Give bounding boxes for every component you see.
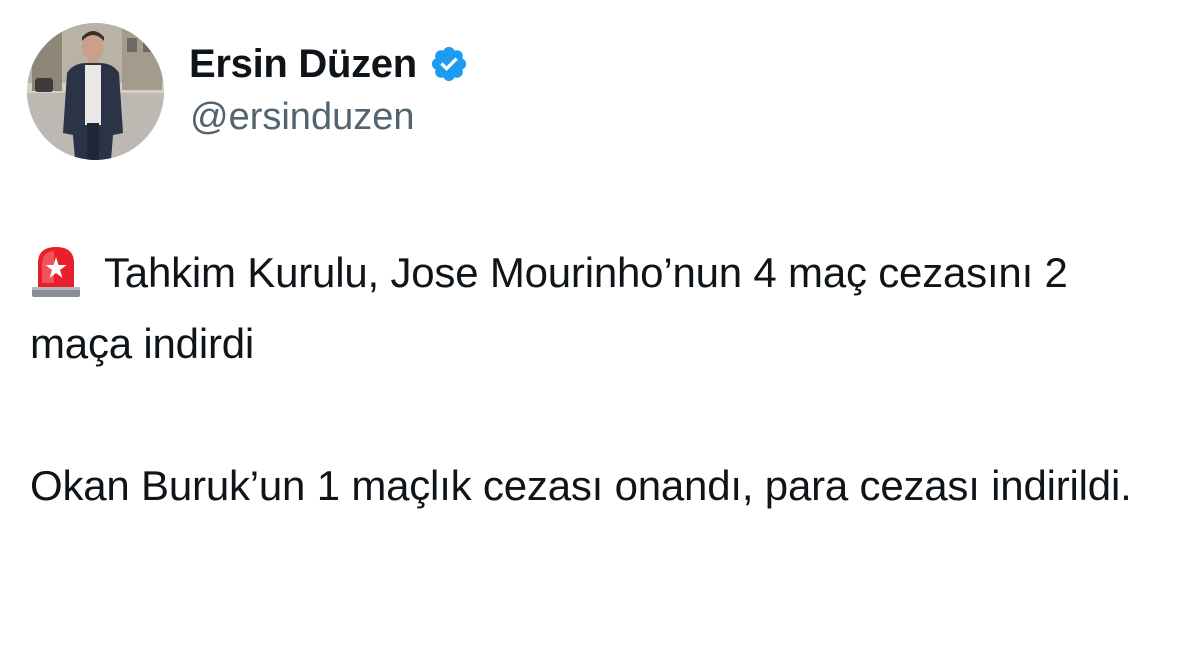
verified-badge-icon[interactable] — [429, 44, 469, 84]
tweet-body: Tahkim Kurulu, Jose Mourinho’nun 4 maç c… — [30, 238, 1150, 522]
tweet-paragraph: Okan Buruk’un 1 maçlık cezası onandı, pa… — [30, 451, 1150, 522]
police-car-light-icon — [30, 243, 82, 299]
author-handle[interactable]: @ersinduzen — [190, 96, 414, 139]
tweet-paragraph-2-text: Okan Buruk’un 1 maçlık cezası onandı, pa… — [30, 462, 1132, 510]
tweet-card: Ersin Düzen @ersinduzen Tahkim Kurulu, J… — [0, 0, 1199, 661]
author-display-name[interactable]: Ersin Düzen — [189, 42, 417, 87]
tweet-paragraph: Tahkim Kurulu, Jose Mourinho’nun 4 maç c… — [30, 238, 1150, 379]
author-avatar[interactable] — [27, 23, 164, 160]
tweet-paragraph-1-text: Tahkim Kurulu, Jose Mourinho’nun 4 maç c… — [30, 249, 1068, 367]
avatar-photo — [27, 23, 164, 160]
author-name-row: Ersin Düzen — [189, 38, 469, 90]
